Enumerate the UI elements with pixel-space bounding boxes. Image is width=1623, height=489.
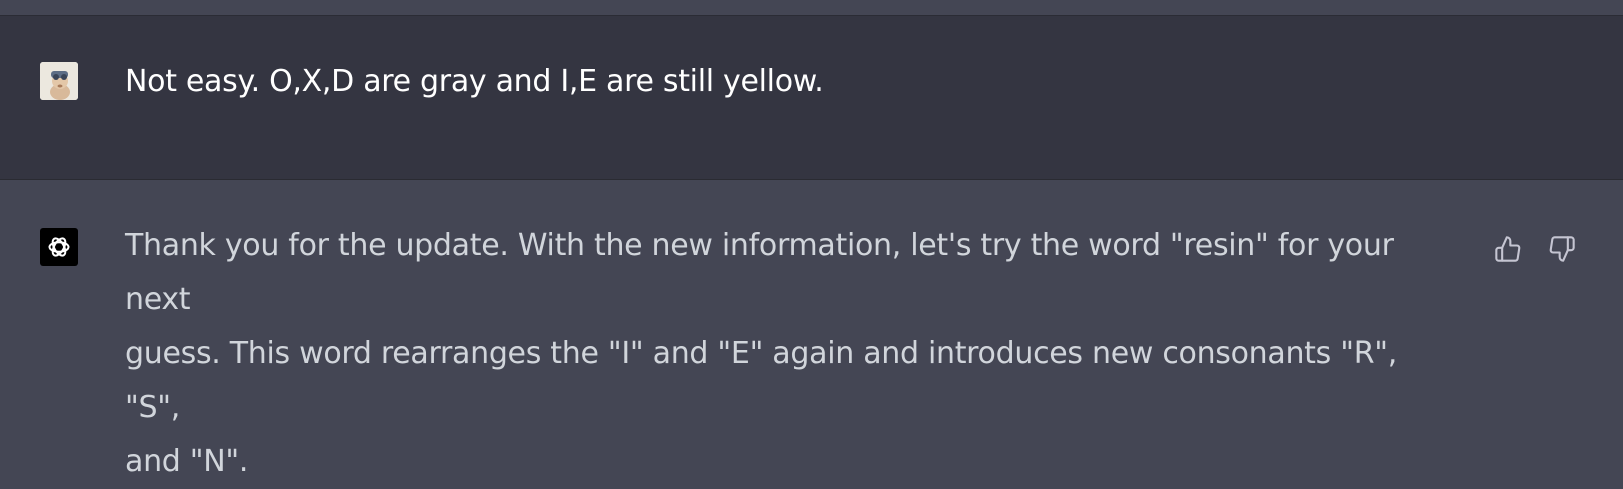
previous-message-strip: [0, 0, 1623, 16]
openai-logo-icon: [40, 228, 78, 266]
thumbs-up-icon: [1495, 236, 1521, 262]
assistant-message-text: Thank you for the update. With the new i…: [125, 228, 1397, 479]
user-avatar-icon: [40, 62, 78, 100]
thumbs-down-button[interactable]: [1545, 232, 1579, 266]
thumbs-up-button[interactable]: [1491, 232, 1525, 266]
assistant-message-row: Thank you for the update. With the new i…: [0, 180, 1623, 479]
thumbs-down-icon: [1549, 236, 1575, 262]
user-message-text: Not easy. O,X,D are gray and I,E are sti…: [125, 64, 824, 99]
user-message-row: Not easy. O,X,D are gray and I,E are sti…: [0, 16, 1623, 180]
